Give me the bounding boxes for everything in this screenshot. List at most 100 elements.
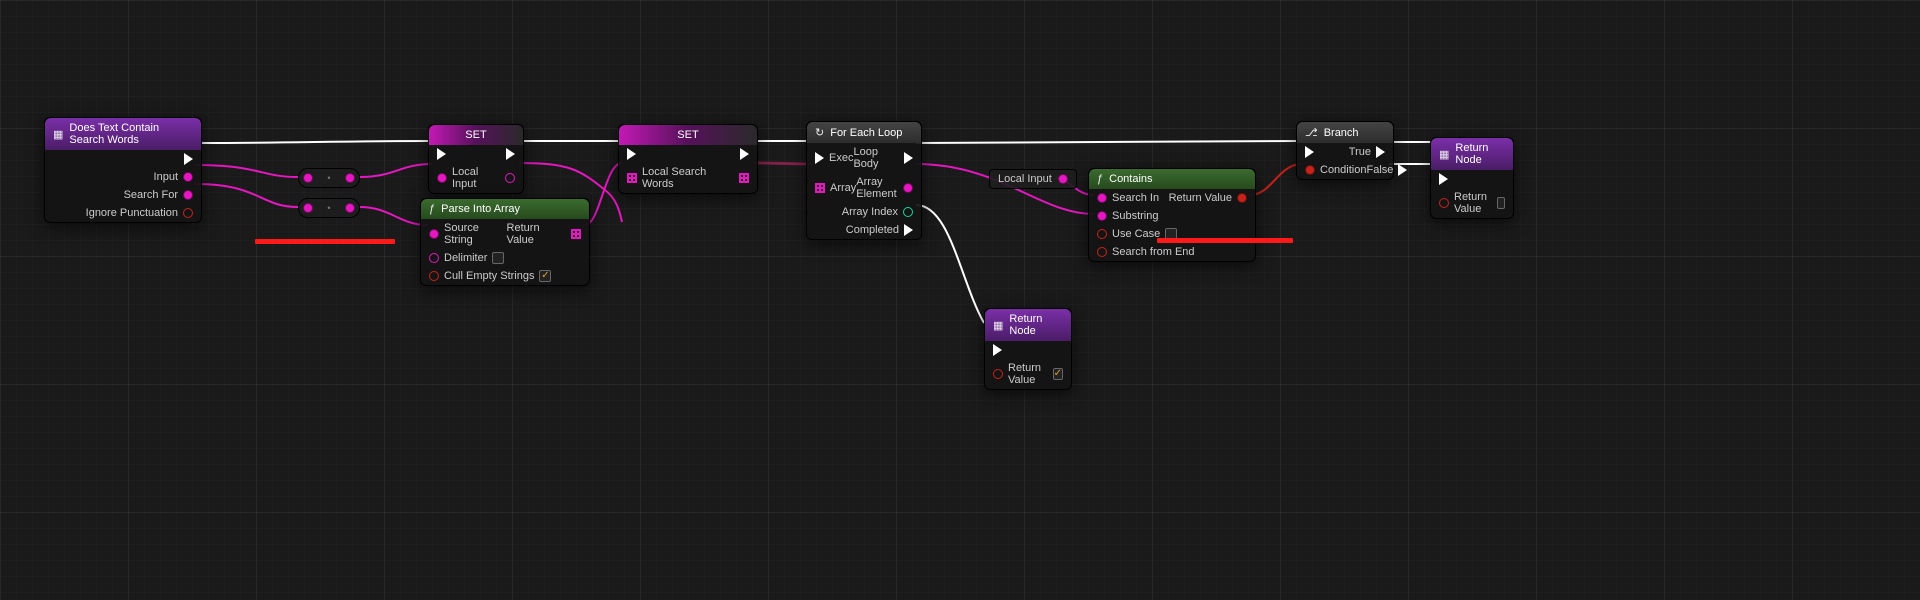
pin-label: True xyxy=(1349,146,1371,158)
branch-icon: ⎇ xyxy=(1305,126,1318,139)
pin-label: Array Index xyxy=(842,206,898,218)
title-text: Contains xyxy=(1109,173,1152,185)
exec-in-pin[interactable] xyxy=(437,148,446,160)
node-function-entry[interactable]: ▦ Does Text Contain Search Words Input S… xyxy=(44,117,202,223)
pin-label: Search For xyxy=(124,189,178,201)
loop-icon: ↻ xyxy=(815,126,824,139)
string-out-pin[interactable] xyxy=(345,173,355,183)
string-out-pin[interactable] xyxy=(345,203,355,213)
title-text: Return Node xyxy=(1455,142,1505,166)
function-icon: ƒ xyxy=(429,203,435,215)
string-in-pin[interactable] xyxy=(429,253,439,263)
pin-label: Return Value xyxy=(1454,191,1492,215)
node-for-each-loop[interactable]: ↻ For Each Loop Exec Loop Body Array Arr… xyxy=(806,121,922,240)
node-parse-into-array[interactable]: ƒ Parse Into Array Source String Return … xyxy=(420,198,590,286)
exec-out-pin[interactable] xyxy=(1398,164,1407,176)
bool-out-pin[interactable] xyxy=(1237,193,1247,203)
pin-label: Completed xyxy=(846,224,899,236)
pin-label: Cull Empty Strings xyxy=(444,270,534,282)
node-set-local-input[interactable]: SET Local Input xyxy=(428,124,524,194)
string-out-pin[interactable] xyxy=(183,172,193,182)
return-icon: ▦ xyxy=(993,319,1003,332)
reroute-node[interactable]: • xyxy=(298,198,360,218)
pin-label: Substring xyxy=(1112,210,1158,222)
array-in-pin[interactable] xyxy=(627,173,637,183)
var-label: Local Search Words xyxy=(642,166,739,190)
exec-out-pin[interactable] xyxy=(740,148,749,160)
annotation-line xyxy=(255,239,395,244)
string-in-pin[interactable] xyxy=(303,173,313,183)
pin-label: Return Value xyxy=(1169,192,1232,204)
exec-in-pin[interactable] xyxy=(1305,146,1314,158)
array-out-pin[interactable] xyxy=(739,173,749,183)
bool-in-pin[interactable] xyxy=(1097,247,1107,257)
bool-in-pin[interactable] xyxy=(1097,229,1107,239)
title-text: For Each Loop xyxy=(830,127,902,139)
node-title: ƒ Parse Into Array xyxy=(421,199,589,219)
exec-out-pin[interactable] xyxy=(184,153,193,165)
node-title: ▦ Return Node xyxy=(985,309,1071,341)
title-text: Return Node xyxy=(1009,313,1063,337)
exec-out-pin[interactable] xyxy=(1376,146,1385,158)
node-title: SET xyxy=(429,125,523,145)
node-title: ▦ Return Node xyxy=(1431,138,1513,170)
reroute-node[interactable]: • xyxy=(298,168,360,188)
return-icon: ▦ xyxy=(1439,148,1449,161)
exec-out-pin[interactable] xyxy=(904,224,913,236)
array-out-pin[interactable] xyxy=(571,229,581,239)
pin-label: Use Case xyxy=(1112,228,1160,240)
return-value-checkbox[interactable] xyxy=(1497,197,1505,209)
return-value-checkbox[interactable] xyxy=(1053,368,1063,380)
function-icon: ▦ xyxy=(53,128,63,141)
pin-label: Input xyxy=(154,171,178,183)
bool-out-pin[interactable] xyxy=(183,208,193,218)
string-out-pin[interactable] xyxy=(505,173,515,183)
node-get-local-input[interactable]: Local Input xyxy=(989,169,1077,189)
pin-label: Exec xyxy=(829,152,853,164)
pin-label: Loop Body xyxy=(853,146,899,170)
exec-in-pin[interactable] xyxy=(993,344,1002,356)
string-in-pin[interactable] xyxy=(1097,193,1107,203)
node-title: ↻ For Each Loop xyxy=(807,122,921,143)
string-out-pin[interactable] xyxy=(183,190,193,200)
string-in-pin[interactable] xyxy=(303,203,313,213)
title-text: SET xyxy=(677,129,698,141)
pin-label: False xyxy=(1366,164,1393,176)
string-out-pin[interactable] xyxy=(1058,174,1068,184)
bool-in-pin[interactable] xyxy=(1439,198,1449,208)
pin-label: Source String xyxy=(444,222,507,246)
exec-in-pin[interactable] xyxy=(627,148,636,160)
node-return-true[interactable]: ▦ Return Node Return Value xyxy=(984,308,1072,390)
pin-label: Return Value xyxy=(507,222,566,246)
node-contains[interactable]: ƒ Contains Search In Return Value Substr… xyxy=(1088,168,1256,262)
node-title: ▦ Does Text Contain Search Words xyxy=(45,118,201,150)
annotation-line xyxy=(1157,238,1293,243)
string-in-pin[interactable] xyxy=(1097,211,1107,221)
node-return-false[interactable]: ▦ Return Node Return Value xyxy=(1430,137,1514,219)
delimiter-field[interactable] xyxy=(492,252,504,264)
pin-label: Array Element xyxy=(856,176,898,200)
title-text: SET xyxy=(465,129,486,141)
pin-label: Condition xyxy=(1320,164,1366,176)
bool-in-pin[interactable] xyxy=(1305,165,1315,175)
pin-label: Return Value xyxy=(1008,362,1048,386)
cull-checkbox[interactable] xyxy=(539,270,551,282)
exec-out-pin[interactable] xyxy=(506,148,515,160)
node-branch[interactable]: ⎇ Branch True Condition False xyxy=(1296,121,1394,180)
string-in-pin[interactable] xyxy=(429,229,439,239)
node-set-local-search-words[interactable]: SET Local Search Words xyxy=(618,124,758,194)
function-icon: ƒ xyxy=(1097,173,1103,185)
pin-label: Search from End xyxy=(1112,246,1195,258)
title-text: Branch xyxy=(1324,127,1359,139)
var-label: Local Input xyxy=(998,173,1052,185)
array-in-pin[interactable] xyxy=(815,183,825,193)
int-out-pin[interactable] xyxy=(903,207,913,217)
bool-in-pin[interactable] xyxy=(993,369,1003,379)
string-out-pin[interactable] xyxy=(903,183,913,193)
exec-out-pin[interactable] xyxy=(904,152,913,164)
exec-in-pin[interactable] xyxy=(1439,173,1448,185)
string-in-pin[interactable] xyxy=(437,173,447,183)
exec-in-pin[interactable] xyxy=(815,152,824,164)
bool-in-pin[interactable] xyxy=(429,271,439,281)
pin-label: Search In xyxy=(1112,192,1159,204)
